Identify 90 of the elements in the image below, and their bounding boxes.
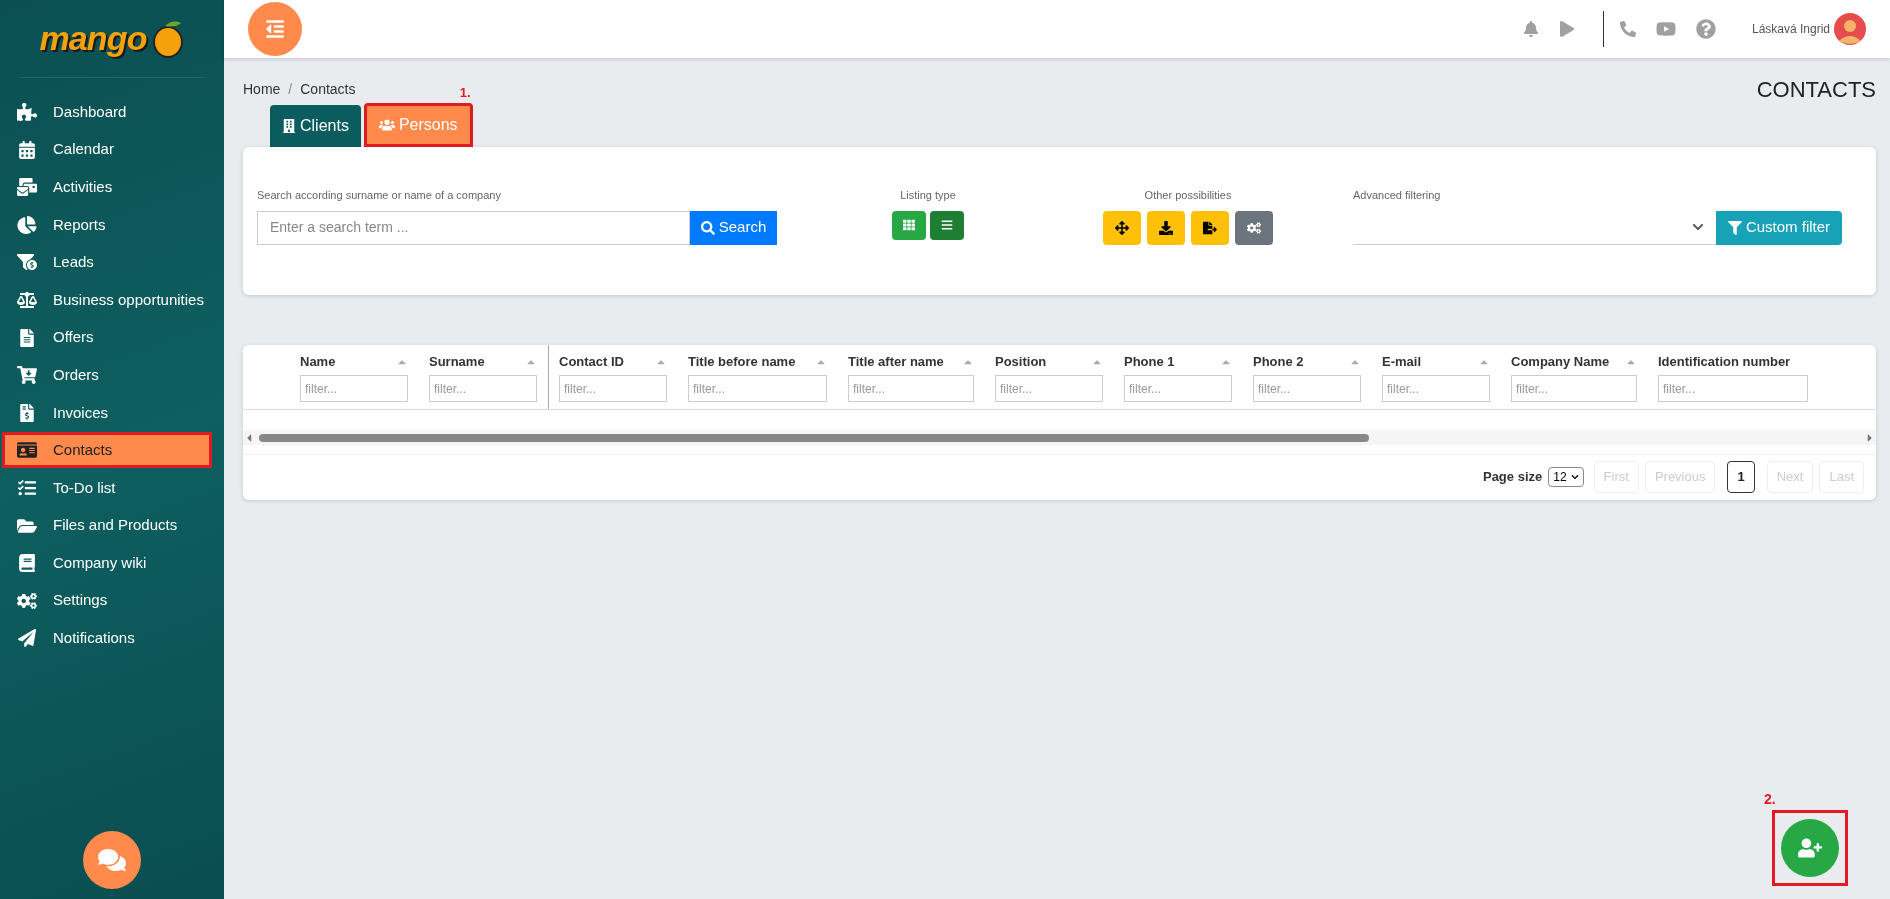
advanced-filtering-label: Advanced filtering	[1353, 188, 1442, 203]
sidebar-item[interactable]: Activities	[2, 169, 212, 206]
folder-icon	[17, 516, 37, 535]
sidebar-item[interactable]: Business opportunities	[2, 281, 212, 318]
book-icon	[17, 554, 37, 573]
calendar-icon	[17, 140, 37, 159]
sidebar-item[interactable]: Offers	[2, 319, 212, 356]
invoice-icon	[17, 403, 37, 422]
column-header[interactable]: Identification number	[1658, 352, 1791, 372]
bell-icon[interactable]	[1522, 21, 1539, 37]
chat-bubbles-icon	[98, 846, 126, 874]
sidebar-item[interactable]: Dashboard	[2, 94, 212, 130]
list-icon	[941, 219, 953, 231]
paper-plane-icon	[17, 629, 37, 648]
sidebar-item[interactable]: Notifications	[2, 620, 212, 657]
scales-icon	[17, 290, 37, 309]
page-title: CONTACTS	[1756, 75, 1876, 104]
page-size-select[interactable]: 12	[1548, 467, 1584, 487]
video-icon[interactable]	[1655, 19, 1676, 39]
view-toggle-button[interactable]	[930, 210, 964, 240]
tool-button[interactable]	[1147, 210, 1185, 245]
envelopes-icon	[17, 178, 37, 197]
column-header[interactable]: Contact ID	[559, 352, 624, 372]
pagination-button[interactable]: 1	[1727, 461, 1755, 493]
horizontal-scrollbar[interactable]	[243, 430, 1876, 445]
sidebar-item[interactable]: Reports	[2, 206, 212, 243]
filter-icon	[1727, 220, 1742, 235]
cart-icon	[17, 366, 37, 385]
menu-toggle-button[interactable]	[248, 2, 302, 56]
column-header[interactable]: Title before name	[688, 352, 796, 372]
column-header[interactable]: Surname	[429, 352, 485, 372]
annotation-label: 2.	[1764, 790, 1776, 809]
sidebar-item[interactable]: Invoices	[2, 394, 212, 431]
phone-icon[interactable]	[1619, 21, 1636, 37]
tool-button[interactable]	[1191, 210, 1229, 245]
annotation-label: 1.	[459, 84, 471, 102]
sidebar-item[interactable]: Leads	[2, 244, 212, 281]
avatar[interactable]	[1834, 13, 1866, 45]
scrollbar-thumb[interactable]	[259, 433, 1369, 442]
help-icon[interactable]	[1695, 19, 1716, 39]
checklist-icon	[17, 478, 37, 497]
search-icon	[700, 220, 715, 235]
sidebar-item[interactable]: Company wiki	[2, 545, 212, 582]
pie-chart-icon	[17, 215, 37, 234]
column-header[interactable]: E-mail	[1382, 352, 1421, 372]
grid-icon	[903, 219, 915, 231]
page-size-label: Page size	[1482, 468, 1543, 487]
column-header[interactable]: Company Name	[1511, 352, 1610, 372]
chevron-down-icon	[1692, 221, 1704, 233]
tool-button[interactable]	[1103, 210, 1141, 245]
column-header[interactable]: Name	[300, 352, 336, 372]
menu-collapse-icon	[265, 19, 285, 39]
logo-text: mango	[39, 18, 147, 59]
move-arrows-icon	[1115, 220, 1129, 235]
breadcrumb-item[interactable]: Home	[243, 78, 281, 100]
sidebar-item[interactable]: Calendar	[2, 131, 212, 168]
settings-icon	[1247, 220, 1261, 235]
file-export-icon	[1203, 220, 1217, 235]
chevron-down-icon	[1570, 473, 1579, 481]
sidebar-item[interactable]: To-Do list	[2, 469, 212, 506]
puzzle-icon	[17, 103, 37, 121]
settings-icon	[17, 591, 37, 610]
breadcrumb-item[interactable]: Contacts	[300, 78, 356, 100]
funnel-dollar-icon	[17, 253, 37, 272]
sidebar-item[interactable]: Orders	[2, 357, 212, 394]
download-icon	[1159, 220, 1173, 235]
sidebar-item[interactable]: Settings	[2, 582, 212, 619]
user-plus-icon	[1798, 836, 1822, 860]
add-person-button[interactable]	[1781, 819, 1839, 877]
id-card-icon	[17, 441, 37, 460]
column-header[interactable]: Title after name	[848, 352, 944, 372]
search-button[interactable]: Search	[690, 210, 777, 245]
column-header[interactable]: Phone 1	[1124, 352, 1175, 372]
play-icon[interactable]	[1558, 21, 1575, 37]
search-label: Search according surname or name of a company	[257, 188, 502, 203]
chat-button[interactable]	[83, 831, 141, 889]
listing-type-label: Listing type	[900, 188, 956, 203]
tab[interactable]: Clients	[270, 105, 361, 147]
column-header[interactable]: Phone 2	[1253, 352, 1304, 372]
user-name[interactable]: Láskavá Ingrid	[1751, 20, 1830, 38]
people-icon	[378, 117, 395, 133]
search-field[interactable]: Enter a search term ...	[257, 210, 690, 245]
sidebar-item[interactable]: Contacts	[2, 432, 212, 469]
other-possibilities-label: Other possibilities	[1144, 188, 1232, 203]
building-icon	[282, 119, 296, 133]
column-header[interactable]: Position	[995, 352, 1047, 372]
view-toggle-button[interactable]	[892, 210, 926, 240]
document-icon	[17, 328, 37, 347]
breadcrumb-separator: /	[288, 79, 293, 99]
sidebar-item[interactable]: Files and Products	[2, 507, 212, 544]
